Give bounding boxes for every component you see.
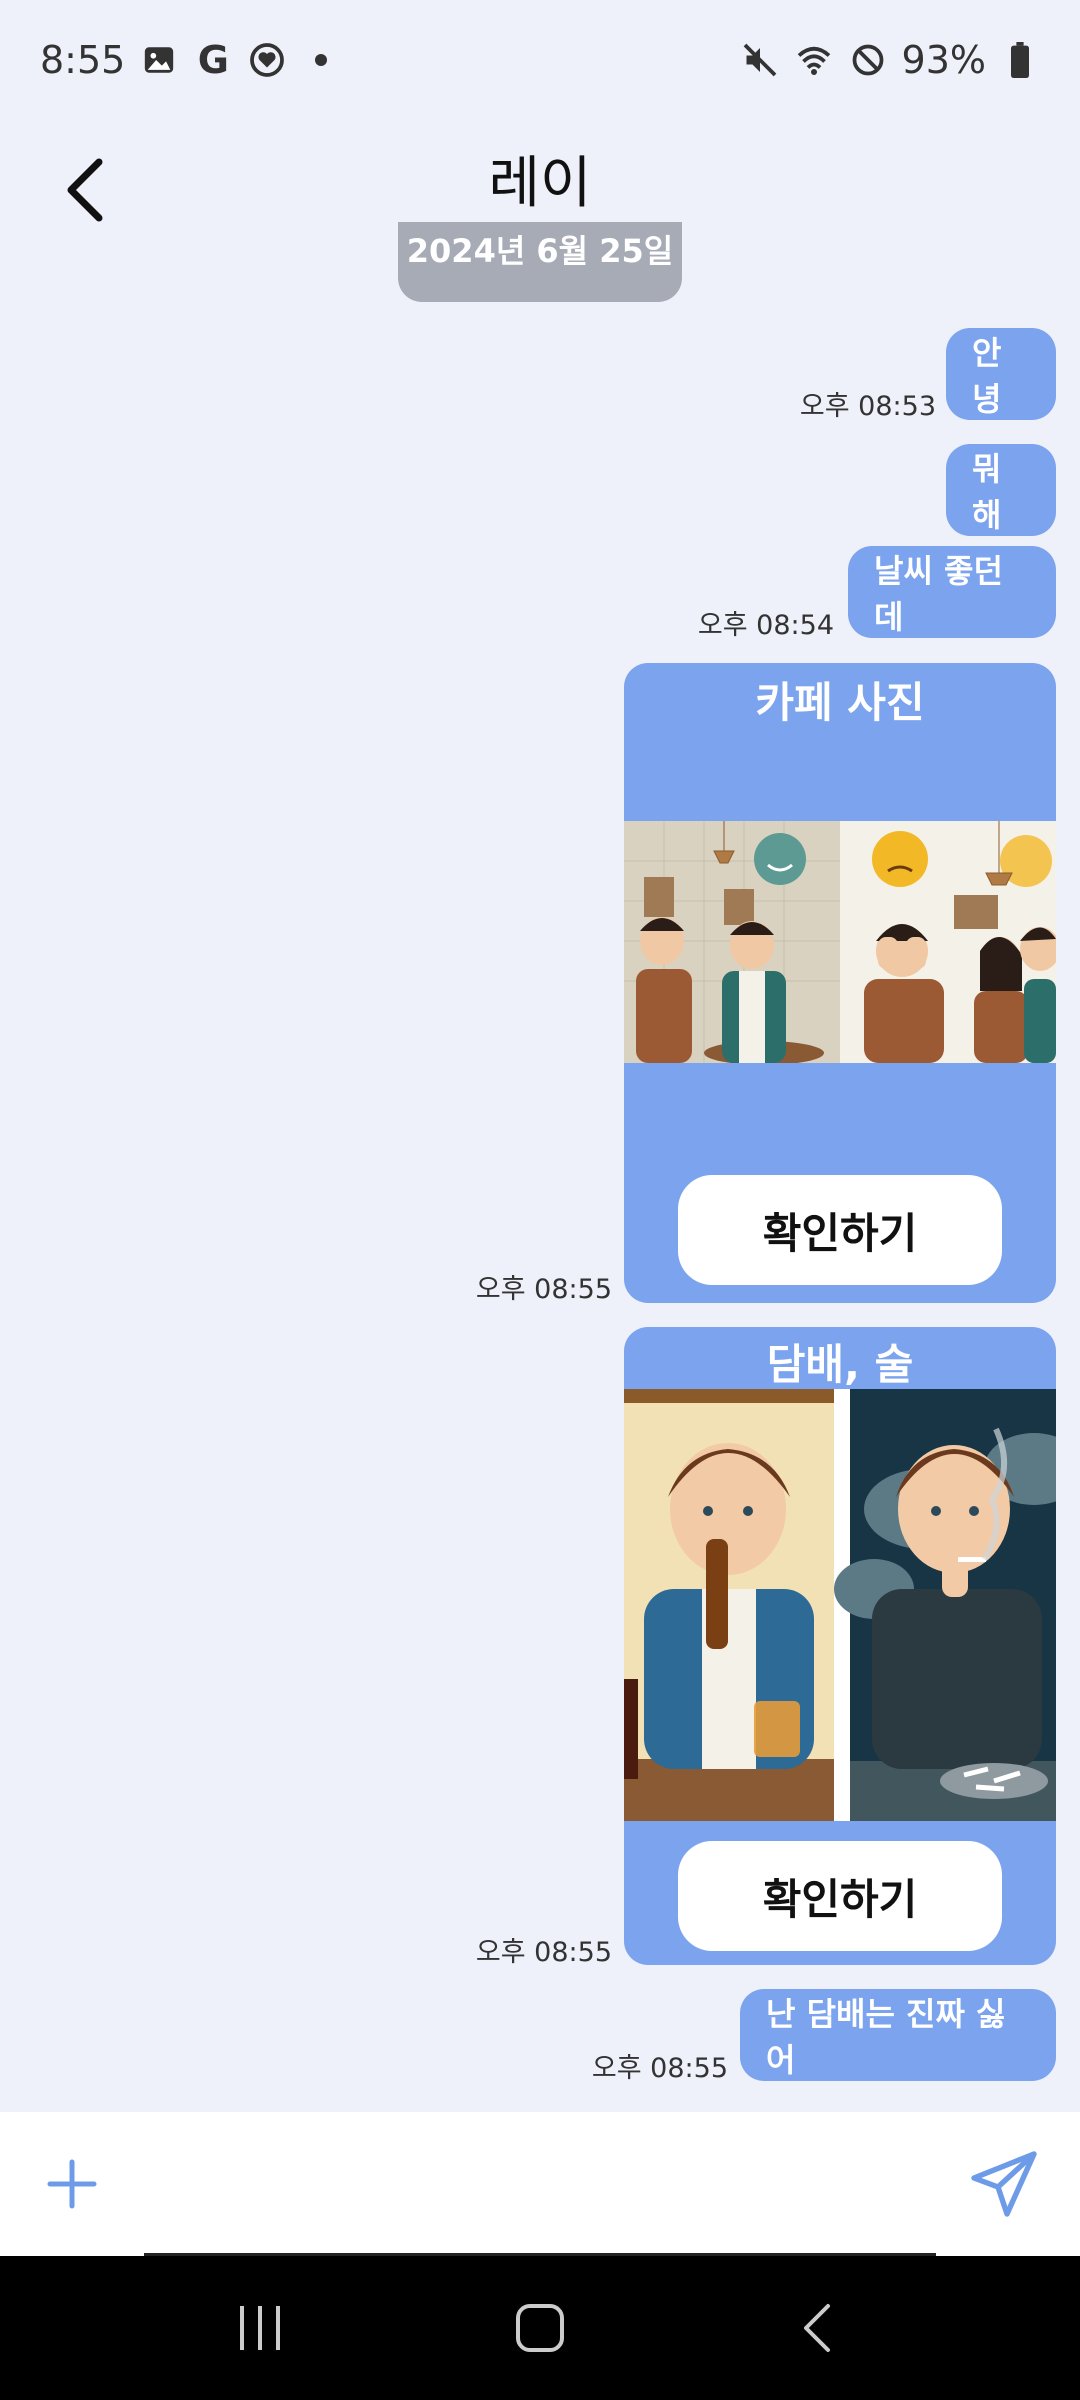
dot-icon (301, 40, 341, 80)
home-button[interactable] (500, 2288, 580, 2368)
battery-icon (1000, 40, 1040, 80)
photo-card-cafe: 카페 사진 확인하기 (624, 663, 1056, 1303)
message-time: 오후 08:54 (697, 610, 834, 641)
attach-button[interactable] (40, 2152, 104, 2216)
confirm-button[interactable]: 확인하기 (678, 1841, 1002, 1951)
plus-icon (47, 2159, 97, 2209)
cafe-illustration[interactable] (624, 821, 1056, 1063)
google-icon: G (197, 38, 229, 82)
message-text: 날씨 좋던데 (874, 552, 1003, 636)
card-title: 카페 사진 (755, 678, 925, 727)
message-input[interactable] (144, 2132, 936, 2252)
message-bubble: 안녕 (946, 328, 1056, 420)
status-right: 93% (740, 38, 1040, 82)
card-title: 담배, 술 (766, 1340, 914, 1389)
home-icon (516, 2304, 564, 2352)
message-text: 뭐해 (972, 450, 1002, 534)
recent-apps-button[interactable] (220, 2288, 300, 2368)
photo-card-smoking-drinking: 담배, 술 확인하기 (624, 1327, 1056, 1965)
message-input-bar (0, 2112, 1080, 2256)
confirm-button[interactable]: 확인하기 (678, 1175, 1002, 1285)
status-left: 8:55 G (40, 38, 341, 82)
back-arrow-icon (804, 2304, 830, 2352)
page-title: 레이 (488, 151, 592, 216)
heart-badge-icon (247, 40, 287, 80)
message-text: 난 담배는 진짜 싫어 (766, 1995, 1006, 2079)
message-bubble: 난 담배는 진짜 싫어 (740, 1989, 1056, 2081)
send-button[interactable] (968, 2148, 1040, 2220)
message-bubble: 날씨 좋던데 (848, 546, 1056, 638)
status-bar: 8:55 G 93% (0, 0, 1080, 120)
message-time: 오후 08:55 (591, 2053, 728, 2084)
date-chip: 2024년 6월 25일 (398, 222, 682, 302)
wifi-icon (794, 40, 834, 80)
date-chip-label: 2024년 6월 25일 (406, 232, 674, 270)
system-nav-bar (0, 2256, 1080, 2400)
message-list[interactable]: 안녕 오후 08:53 뭐해 날씨 좋던데 오후 08:54 카페 사진 확인하… (0, 300, 1080, 2110)
status-time: 8:55 (40, 38, 126, 82)
gallery-icon (139, 40, 179, 80)
smoking-drinking-illustration[interactable] (624, 1389, 1056, 1821)
message-bubble: 뭐해 (946, 444, 1056, 536)
message-time: 오후 08:53 (799, 391, 936, 422)
message-text: 안녕 (972, 334, 1002, 418)
send-icon (971, 2151, 1037, 2217)
blocked-icon (848, 40, 888, 80)
message-time: 오후 08:55 (475, 1274, 612, 1305)
recent-apps-icon (240, 2306, 280, 2350)
battery-percent: 93% (901, 38, 986, 82)
message-time: 오후 08:55 (475, 1937, 612, 1968)
mute-icon (740, 40, 780, 80)
system-back-button[interactable] (780, 2288, 860, 2368)
